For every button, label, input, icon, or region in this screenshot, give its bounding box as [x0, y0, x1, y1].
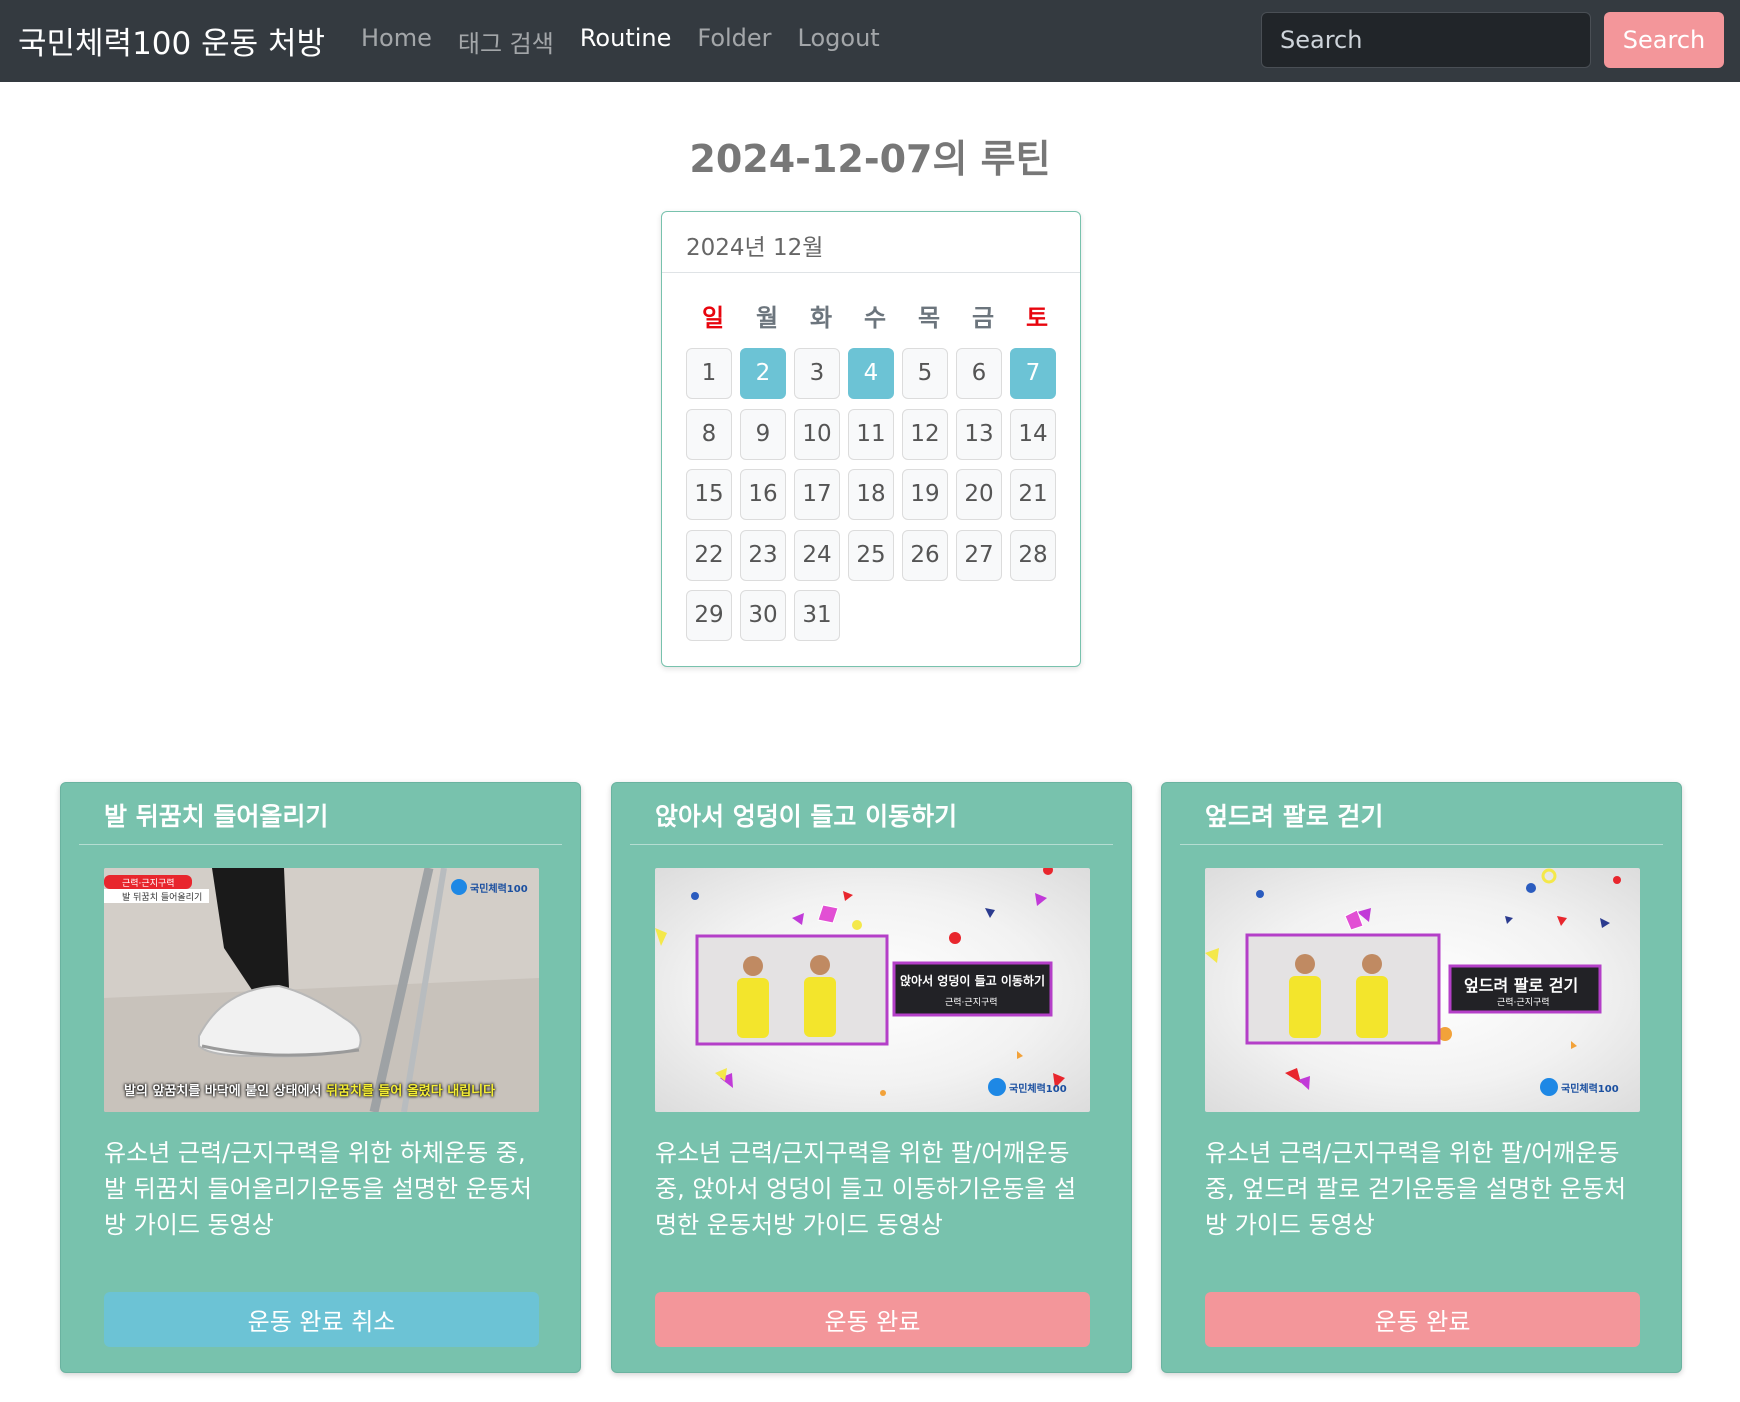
thumbnail-logo: 국민체력100 [470, 884, 528, 895]
exercise-card: 엎드려 팔로 걷기 엎드려 팔로 걷기 근력·근지구력 국민체력100 유소년 … [1161, 782, 1682, 1373]
calendar-day[interactable]: 1 [686, 348, 732, 399]
calendar-day[interactable]: 28 [1010, 529, 1056, 581]
calendar-month-header: 2024년 12월 [662, 212, 1080, 273]
weekday-sun: 일 [701, 304, 725, 332]
cancel-complete-button[interactable]: 운동 완료 취소 [104, 1292, 539, 1347]
exercise-title: 엎드려 팔로 걷기 [1205, 802, 1384, 831]
calendar-day[interactable]: 30 [740, 590, 786, 641]
exercise-video-thumbnail[interactable]: 근력·근지구력 발 뒤꿈치 들어올리기 국민체력100 발의 앞꿈치를 바닥에 … [104, 868, 539, 1112]
nav-link-routine[interactable]: Routine [580, 24, 672, 59]
calendar-day[interactable]: 13 [956, 408, 1002, 460]
thumbnail-tag: 근력·근지구력 [122, 879, 175, 889]
calendar-day[interactable]: 16 [740, 469, 786, 520]
calendar-day[interactable]: 31 [794, 590, 840, 641]
thumbnail-scene [104, 868, 539, 1112]
exercise-title: 발 뒤꿈치 들어올리기 [104, 802, 329, 831]
nav-link-tag-search[interactable]: 태그 검색 [458, 24, 554, 59]
weekday-tue: 화 [809, 304, 833, 332]
weekday-thu: 목 [917, 304, 941, 332]
nav-link-logout[interactable]: Logout [798, 24, 880, 59]
thumbnail-logo: 국민체력100 [1009, 1084, 1067, 1095]
calendar-day[interactable]: 11 [848, 408, 894, 460]
calendar-day[interactable]: 9 [740, 408, 786, 460]
exercise-description: 유소년 근력/근지구력을 위한 팔/어깨운동 중, 앉아서 엉덩이 들고 이동하… [655, 1139, 1077, 1239]
exercise-description: 유소년 근력/근지구력을 위한 하체운동 중, 발 뒤꿈치 들어올리기운동을 설… [104, 1139, 532, 1239]
calendar-day[interactable]: 10 [794, 408, 840, 460]
thumbnail-tag: 근력·근지구력 [1497, 998, 1550, 1008]
calendar-day[interactable]: 19 [902, 469, 948, 520]
caption-yellow: 뒤꿈치를 들어 올렸다 내립니다 [326, 1084, 496, 1099]
exercise-title: 앉아서 엉덩이 들고 이동하기 [655, 802, 958, 831]
calendar: 2024년 12월 일 월 화 수 목 금 토 1 2 3 4 5 6 7 8 9 10 11 12 1… [661, 211, 1081, 667]
complete-button[interactable]: 운동 완료 [1205, 1292, 1640, 1347]
exercise-description: 유소년 근력/근지구력을 위한 팔/어깨운동 중, 엎드려 팔로 걷기운동을 설… [1205, 1139, 1627, 1239]
exercise-card: 앉아서 엉덩이 들고 이동하기 앉아서 엉덩이 들고 이동하기 근력·근지구력 … [611, 782, 1132, 1373]
calendar-day[interactable]: 15 [686, 469, 732, 520]
calendar-day[interactable]: 14 [1010, 408, 1056, 460]
navbar: 국민체력100 운동 처방 Home 태그 검색 Routine Folder … [0, 0, 1740, 82]
thumbnail-subtitle: 발 뒤꿈치 들어올리기 [122, 893, 203, 903]
search-button[interactable]: Search [1604, 12, 1724, 68]
calendar-day[interactable]: 5 [902, 348, 948, 399]
card-divider [630, 844, 1113, 845]
weekday-sat: 토 [1025, 304, 1049, 332]
thumbnail-logo: 국민체력100 [1561, 1084, 1619, 1095]
calendar-day[interactable]: 29 [686, 590, 732, 641]
thumbnail-label: 앉아서 엉덩이 들고 이동하기 [900, 974, 1046, 988]
nav-links: Home 태그 검색 Routine Folder Logout [361, 24, 880, 59]
calendar-day[interactable]: 2 [740, 348, 786, 399]
calendar-day[interactable]: 21 [1010, 469, 1056, 520]
calendar-day[interactable]: 17 [794, 469, 840, 520]
exercise-video-thumbnail[interactable]: 엎드려 팔로 걷기 근력·근지구력 국민체력100 [1205, 868, 1640, 1112]
search-input[interactable] [1261, 12, 1591, 68]
card-divider [1180, 844, 1663, 845]
exercise-card: 발 뒤꿈치 들어올리기 근력·근지구력 발 뒤꿈치 들어올리기 국민체력100 … [60, 782, 581, 1373]
thumbnail-scene [655, 868, 1065, 1096]
weekday-mon: 월 [755, 304, 779, 332]
caption-white: 발의 앞꿈치를 바닥에 붙인 상태에서 [124, 1084, 327, 1099]
weekday-fri: 금 [971, 304, 995, 332]
calendar-day[interactable]: 27 [956, 529, 1002, 581]
nav-link-home[interactable]: Home [361, 24, 432, 59]
calendar-day[interactable]: 18 [848, 469, 894, 520]
calendar-day[interactable]: 6 [956, 348, 1002, 399]
page-title: 2024-12-07의 루틴 [689, 137, 1051, 181]
card-divider [79, 844, 562, 845]
calendar-weekdays: 일 월 화 수 목 금 토 [686, 298, 1064, 333]
weekday-wed: 수 [863, 304, 887, 332]
calendar-day[interactable]: 20 [956, 469, 1002, 520]
complete-button[interactable]: 운동 완료 [655, 1292, 1090, 1347]
exercise-video-thumbnail[interactable]: 앉아서 엉덩이 들고 이동하기 근력·근지구력 국민체력100 [655, 868, 1090, 1112]
calendar-day[interactable]: 8 [686, 408, 732, 460]
calendar-day[interactable]: 24 [794, 529, 840, 581]
calendar-day[interactable]: 3 [794, 348, 840, 399]
calendar-day[interactable]: 22 [686, 529, 732, 581]
calendar-day[interactable]: 7 [1010, 348, 1056, 399]
nav-link-folder[interactable]: Folder [697, 24, 771, 59]
thumbnail-tag: 근력·근지구력 [945, 998, 998, 1008]
calendar-day[interactable]: 23 [740, 529, 786, 581]
brand-logo[interactable]: 국민체력100 운동 처방 [18, 18, 325, 63]
thumbnail-caption: 발의 앞꿈치를 바닥에 붙인 상태에서 뒤꿈치를 들어 올렸다 내립니다 [124, 1080, 495, 1099]
calendar-day[interactable]: 12 [902, 408, 948, 460]
calendar-day[interactable]: 4 [848, 348, 894, 399]
calendar-day[interactable]: 25 [848, 529, 894, 581]
thumbnail-label: 엎드려 팔로 걷기 [1464, 976, 1579, 995]
calendar-day[interactable]: 26 [902, 529, 948, 581]
